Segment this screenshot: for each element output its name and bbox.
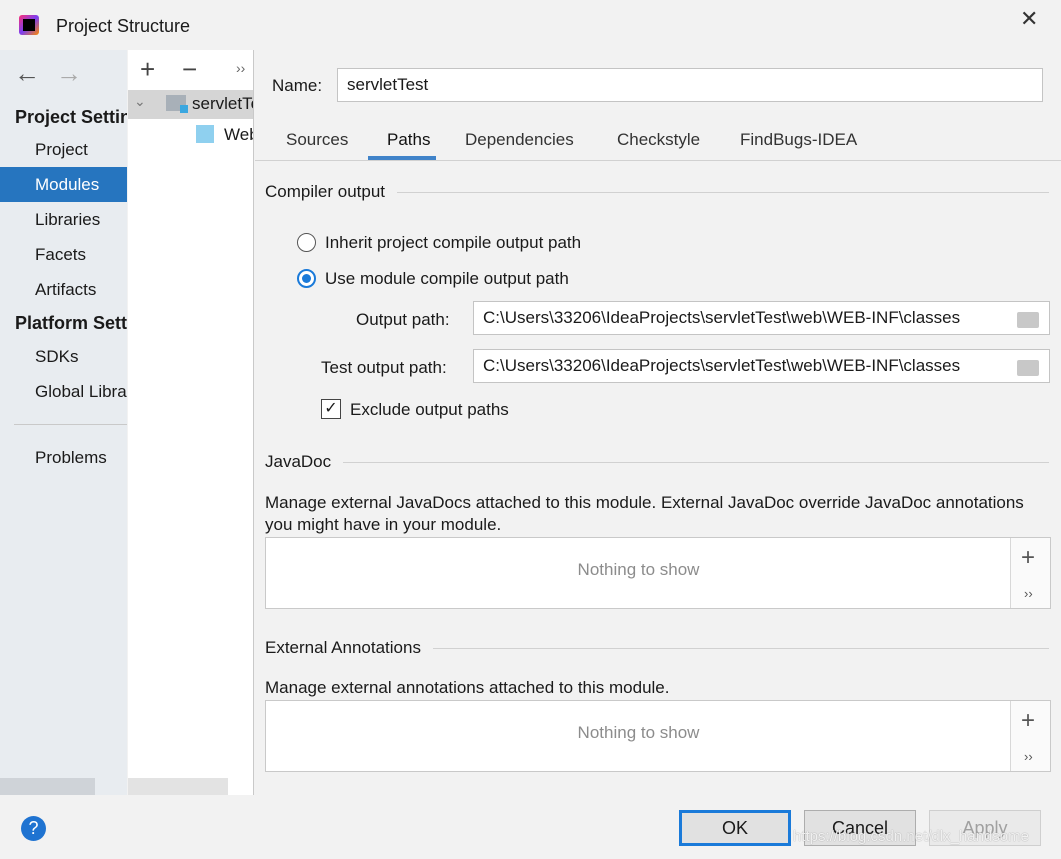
tab-divider [255, 160, 1061, 161]
sidebar-item-libraries[interactable]: Libraries [0, 202, 127, 237]
more-icon[interactable]: ›› [236, 60, 245, 76]
compiler-output-section: Compiler output [265, 182, 1049, 202]
test-output-path-input[interactable] [473, 349, 1050, 383]
tree-item-servlettest[interactable]: ⌄ servletTest [128, 90, 253, 119]
scrollbar[interactable] [128, 778, 228, 795]
divider [397, 191, 1049, 193]
external-annotations-section: External Annotations [265, 638, 1049, 658]
tab-sources[interactable]: Sources [286, 130, 348, 150]
sidebar-item-facets[interactable]: Facets [0, 237, 127, 272]
web-facet-icon [196, 125, 214, 143]
back-arrow-icon[interactable]: ← [14, 58, 40, 89]
divider [343, 461, 1049, 463]
sidebar: ← → Project Settings Project Modules Lib… [0, 50, 127, 795]
tab-dependencies[interactable]: Dependencies [465, 130, 574, 150]
tab-paths[interactable]: Paths [387, 130, 430, 150]
section-platform-settings: Platform Settings [15, 313, 127, 333]
name-label: Name: [272, 76, 323, 95]
name-input[interactable] [337, 68, 1043, 102]
module-tree: + − ›› ⌄ servletTest Web [128, 50, 254, 795]
section-project-settings: Project Settings [15, 107, 127, 127]
javadoc-description: Manage external JavaDocs attached to thi… [265, 493, 1024, 534]
section-title: JavaDoc [265, 452, 332, 471]
divider [432, 647, 1049, 649]
watermark: https://blog.csdn.net/dlx_handsome [793, 828, 1029, 845]
output-path-label: Output path: [356, 310, 450, 329]
add-icon[interactable]: + [1021, 544, 1035, 572]
scrollbar[interactable] [0, 778, 95, 795]
forward-arrow-icon[interactable]: → [56, 58, 82, 89]
sidebar-item-artifacts[interactable]: Artifacts [0, 272, 127, 307]
chevron-down-icon[interactable]: ⌄ [134, 93, 146, 110]
list-toolbar: + ›› [1010, 538, 1050, 608]
output-path-input[interactable] [473, 301, 1050, 335]
add-icon[interactable]: + [140, 54, 155, 85]
ok-button[interactable]: OK [679, 810, 791, 846]
divider [14, 424, 127, 425]
window-title: Project Structure [56, 16, 191, 36]
use-module-label[interactable]: Use module compile output path [325, 269, 569, 289]
sidebar-item-project[interactable]: Project [0, 132, 127, 167]
sidebar-item-global-libraries[interactable]: Global Libraries [0, 374, 127, 409]
annotations-list[interactable]: Nothing to show + ›› [265, 700, 1051, 772]
more-icon[interactable]: ›› [1024, 749, 1033, 764]
test-output-path-label: Test output path: [321, 358, 447, 377]
exclude-checkbox[interactable]: ✓ [321, 399, 341, 419]
sidebar-item-modules[interactable]: Modules [0, 167, 127, 202]
title-bar: Project Structure ✕ [0, 0, 1061, 50]
tab-findbugs[interactable]: FindBugs-IDEA [740, 130, 857, 150]
more-icon[interactable]: ›› [1024, 586, 1033, 601]
exclude-label[interactable]: Exclude output paths [350, 400, 509, 420]
use-module-radio[interactable] [297, 269, 316, 288]
module-folder-icon [166, 95, 188, 113]
tree-item-label: servletTest [192, 94, 253, 113]
browse-folder-icon[interactable] [1017, 360, 1039, 376]
remove-icon[interactable]: − [182, 54, 197, 85]
browse-folder-icon[interactable] [1017, 312, 1039, 328]
tab-checkstyle[interactable]: Checkstyle [617, 130, 700, 150]
close-icon[interactable]: ✕ [1020, 6, 1038, 32]
section-title: Compiler output [265, 182, 386, 201]
javadoc-section: JavaDoc [265, 452, 1049, 472]
inherit-label[interactable]: Inherit project compile output path [325, 233, 581, 253]
list-toolbar: + ›› [1010, 701, 1050, 771]
intellij-logo-icon [19, 15, 39, 35]
sidebar-item-sdks[interactable]: SDKs [0, 339, 127, 374]
help-icon[interactable]: ? [21, 816, 46, 841]
module-settings-panel: Name: Sources Paths Dependencies Checkst… [255, 50, 1061, 795]
add-icon[interactable]: + [1021, 707, 1035, 735]
javadoc-list[interactable]: Nothing to show + ›› [265, 537, 1051, 609]
annotations-description: Manage external annotations attached to … [265, 678, 670, 697]
sidebar-item-problems[interactable]: Problems [0, 440, 127, 475]
empty-text: Nothing to show [577, 723, 700, 742]
tree-item-label: Web [224, 125, 253, 144]
section-title: External Annotations [265, 638, 421, 657]
inherit-radio[interactable] [297, 233, 316, 252]
empty-text: Nothing to show [577, 560, 700, 579]
